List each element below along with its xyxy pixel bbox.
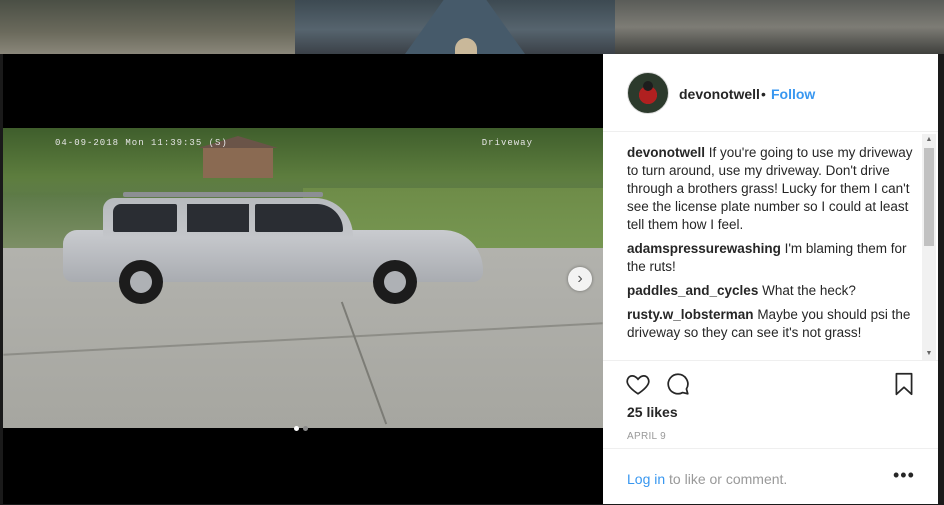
post-side-panel: devonotwell • Follow devonotwell If you'… xyxy=(603,54,938,504)
comment-footer: Log in to like or comment. ••• xyxy=(603,448,938,505)
suv-image xyxy=(63,192,493,304)
chevron-right-icon: › xyxy=(577,270,583,287)
carousel-dot xyxy=(303,426,308,431)
security-camera-image: 04-09-2018 Mon 11:39:35 (S) Driveway xyxy=(3,128,603,428)
carousel-dot-active xyxy=(294,426,299,431)
camera-label: Driveway xyxy=(481,138,533,148)
bookmark-icon[interactable] xyxy=(891,371,917,397)
login-link[interactable]: Log in xyxy=(627,471,665,487)
scrollbar-thumb[interactable] xyxy=(924,148,934,246)
comment-username[interactable]: adamspressurewashing xyxy=(627,241,781,256)
follow-button[interactable]: Follow xyxy=(771,86,815,102)
background-thumbnail xyxy=(0,0,295,54)
comment-icon[interactable] xyxy=(665,371,691,397)
carousel-indicator xyxy=(294,426,308,431)
comment-item: adamspressurewashing I'm blaming them fo… xyxy=(627,240,923,276)
post-modal: 04-09-2018 Mon 11:39:35 (S) Driveway › d… xyxy=(3,54,938,504)
scroll-up-icon[interactable]: ▲ xyxy=(922,134,936,146)
camera-timestamp: 04-09-2018 Mon 11:39:35 (S) xyxy=(55,138,228,148)
scroll-down-icon[interactable]: ▼ xyxy=(922,348,936,360)
post-media: 04-09-2018 Mon 11:39:35 (S) Driveway › xyxy=(3,54,603,504)
comment-item: rusty.w_lobsterman Maybe you should psi … xyxy=(627,306,923,342)
background-thumbnail xyxy=(615,0,944,54)
comment-list[interactable]: devonotwell If you're going to use my dr… xyxy=(627,144,923,360)
separator-dot: • xyxy=(761,86,766,102)
comment-username[interactable]: paddles_and_cycles xyxy=(627,283,758,298)
comment-text: What the heck? xyxy=(762,283,856,298)
comment-item: paddles_and_cycles What the heck? xyxy=(627,282,923,300)
avatar[interactable] xyxy=(627,72,669,114)
background-feed-thumbnails xyxy=(0,0,944,54)
caption: devonotwell If you're going to use my dr… xyxy=(627,144,923,234)
comments-scrollbar[interactable]: ▲ ▼ xyxy=(922,134,936,360)
heart-icon[interactable] xyxy=(625,371,651,397)
post-date[interactable]: APRIL 9 xyxy=(627,431,666,442)
likes-count[interactable]: 25 likes xyxy=(627,404,678,420)
more-icon[interactable]: ••• xyxy=(893,465,915,486)
comment-username[interactable]: devonotwell xyxy=(627,145,705,160)
username-link[interactable]: devonotwell xyxy=(679,86,760,102)
action-bar xyxy=(603,360,938,401)
background-thumbnail xyxy=(295,0,615,54)
login-prompt-text: to like or comment. xyxy=(665,471,788,487)
next-slide-button[interactable]: › xyxy=(568,267,592,291)
comment-username[interactable]: rusty.w_lobsterman xyxy=(627,307,754,322)
login-prompt: Log in to like or comment. xyxy=(627,471,787,487)
post-header: devonotwell • Follow xyxy=(603,54,938,132)
